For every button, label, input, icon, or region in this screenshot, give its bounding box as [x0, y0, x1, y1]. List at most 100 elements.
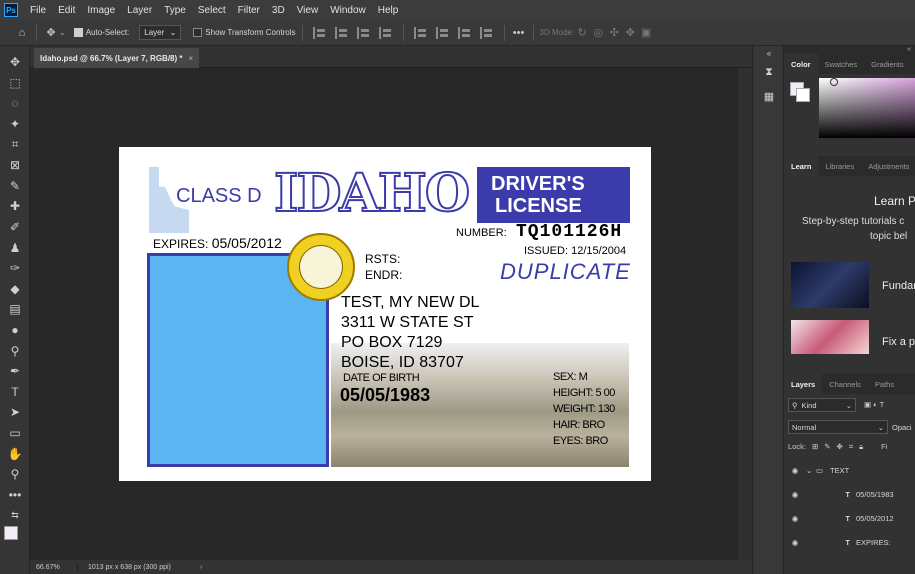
3d-scale-icon[interactable]: ▣ — [638, 25, 654, 41]
menu-image[interactable]: Image — [81, 5, 121, 16]
visibility-eye-icon[interactable]: ◉ — [784, 514, 806, 523]
layer-row[interactable]: ◉ ⌄ ▭ TEXT — [784, 458, 915, 482]
pixel-filter-icon[interactable]: ▣ — [864, 400, 871, 409]
tab-color[interactable]: Color — [784, 54, 818, 74]
eraser-tool-icon[interactable]: ◆ — [0, 279, 30, 300]
chevron-down-icon[interactable]: ⌄ — [59, 28, 66, 37]
chevron-right-icon[interactable]: › — [200, 564, 202, 571]
pen-tool-icon[interactable]: ✒ — [0, 361, 30, 382]
eyedropper-tool-icon[interactable]: ✎ — [0, 176, 30, 197]
tab-paths[interactable]: Paths — [868, 374, 901, 394]
visibility-eye-icon[interactable]: ◉ — [784, 466, 806, 475]
healing-brush-tool-icon[interactable]: ✚ — [0, 196, 30, 217]
lock-transparent-icon[interactable]: ⊞ — [812, 442, 818, 452]
tutorial-fix[interactable]: Fix a p — [882, 336, 915, 348]
menu-file[interactable]: File — [24, 5, 52, 16]
document-tab[interactable]: Idaho.psd @ 66.7% (Layer 7, RGB/8) * × — [34, 48, 200, 68]
clone-stamp-tool-icon[interactable]: ♟ — [0, 237, 30, 258]
path-selection-tool-icon[interactable]: ➤ — [0, 402, 30, 423]
distribute-icon[interactable] — [378, 26, 393, 39]
tutorial-fundamentals[interactable]: Fundan — [882, 280, 915, 292]
menu-edit[interactable]: Edit — [52, 5, 81, 16]
menu-select[interactable]: Select — [192, 5, 232, 16]
3d-pan-icon[interactable]: ✣ — [606, 25, 622, 41]
history-panel-icon[interactable]: ⧗ — [753, 60, 785, 84]
menu-help[interactable]: Help — [372, 5, 405, 16]
swap-colors-icon[interactable]: ⇆ — [0, 505, 30, 526]
license-document[interactable]: IDAHO DRIVER'S LICENSE CLASS D EXPIRES: … — [119, 147, 651, 481]
3d-slide-icon[interactable]: ✥ — [622, 25, 638, 41]
marquee-tool-icon[interactable]: ⬚ — [0, 73, 30, 94]
layer-row[interactable]: ◉ T EXPIRES: — [784, 530, 915, 554]
distribute-vertical-icon[interactable] — [479, 26, 494, 39]
tab-libraries[interactable]: Libraries — [818, 156, 861, 176]
lock-all-icon[interactable]: 🔒︎ — [859, 442, 863, 452]
layer-kind-filter[interactable]: ⚲ Kind ⌄ — [788, 398, 856, 412]
adjustment-filter-icon[interactable]: ◐ — [873, 400, 878, 409]
align-bottom-icon[interactable] — [457, 26, 472, 39]
more-tools-icon[interactable]: ••• — [0, 484, 30, 505]
history-brush-tool-icon[interactable]: ✑ — [0, 258, 30, 279]
lasso-tool-icon[interactable]: ◌ — [0, 93, 30, 114]
collapse-panels-icon[interactable]: « — [753, 46, 785, 60]
vertical-scrollbar[interactable] — [738, 68, 752, 560]
tab-learn[interactable]: Learn — [784, 156, 819, 176]
color-swatches[interactable] — [0, 525, 29, 550]
tab-adjustments[interactable]: Adjustments — [861, 156, 915, 176]
close-icon[interactable]: × — [189, 54, 194, 63]
auto-select-checkbox[interactable] — [73, 28, 83, 37]
type-tool-icon[interactable]: T — [0, 382, 30, 403]
show-transform-checkbox[interactable] — [193, 28, 203, 37]
dodge-tool-icon[interactable]: ⚲ — [0, 340, 30, 361]
tab-layers[interactable]: Layers — [784, 374, 823, 394]
menu-type[interactable]: Type — [158, 5, 192, 16]
tab-gradients[interactable]: Gradients — [864, 54, 911, 74]
gradient-tool-icon[interactable]: ▤ — [0, 299, 30, 320]
move-tool-icon[interactable]: ✥ — [0, 52, 30, 73]
layer-row[interactable]: ◉ T 05/05/2012 — [784, 506, 915, 530]
rectangle-tool-icon[interactable]: ▭ — [0, 423, 30, 444]
menu-window[interactable]: Window — [324, 5, 372, 16]
color-picker-field[interactable] — [819, 78, 915, 138]
visibility-eye-icon[interactable]: ◉ — [784, 490, 806, 499]
tab-swatches[interactable]: Swatches — [818, 54, 865, 74]
align-top-icon[interactable] — [413, 26, 428, 39]
menu-view[interactable]: View — [291, 5, 325, 16]
lock-image-icon[interactable]: ✎ — [824, 442, 830, 452]
hand-tool-icon[interactable]: ✋ — [0, 443, 30, 464]
color-picker-cursor[interactable] — [830, 78, 838, 86]
zoom-tool-icon[interactable]: ⚲ — [0, 464, 30, 485]
brush-tool-icon[interactable]: ✐ — [0, 217, 30, 238]
align-left-icon[interactable] — [312, 26, 327, 39]
blend-mode-dropdown[interactable]: Normal ⌄ — [788, 420, 888, 434]
lock-position-icon[interactable]: ✥ — [837, 442, 843, 452]
blur-tool-icon[interactable]: ● — [0, 320, 30, 341]
move-tool-icon[interactable]: ✥ — [43, 25, 59, 41]
align-center-icon[interactable] — [334, 26, 349, 39]
auto-select-target-dropdown[interactable]: Layer ⌄ — [139, 25, 182, 40]
crop-tool-icon[interactable]: ⌗ — [0, 134, 30, 155]
menu-3d[interactable]: 3D — [266, 5, 291, 16]
zoom-level[interactable]: 66.67% — [30, 563, 78, 571]
tutorial-thumbnail-fundamentals[interactable] — [791, 262, 869, 308]
align-right-icon[interactable] — [356, 26, 371, 39]
background-color-swatch[interactable] — [796, 88, 810, 102]
visibility-eye-icon[interactable]: ◉ — [784, 538, 806, 547]
tab-channels[interactable]: Channels — [822, 374, 868, 394]
3d-orbit-icon[interactable]: ↻ — [574, 25, 590, 41]
menu-filter[interactable]: Filter — [232, 5, 266, 16]
magic-wand-tool-icon[interactable]: ✦ — [0, 114, 30, 135]
foreground-color-swatch[interactable] — [4, 525, 18, 540]
more-options-icon[interactable]: ••• — [511, 25, 527, 41]
properties-panel-icon[interactable]: ▦ — [753, 84, 785, 108]
frame-tool-icon[interactable]: ⊠ — [0, 155, 30, 176]
chevron-down-icon[interactable]: ⌄ — [806, 466, 816, 475]
type-filter-icon[interactable]: T — [880, 400, 885, 409]
collapse-icon[interactable]: « — [784, 46, 915, 54]
menu-layer[interactable]: Layer — [121, 5, 158, 16]
lock-artboard-icon[interactable]: ⌗ — [849, 442, 853, 452]
3d-roll-icon[interactable]: ◎ — [590, 25, 606, 41]
tutorial-thumbnail-fix[interactable] — [791, 320, 869, 354]
home-icon[interactable]: ⌂ — [14, 25, 30, 41]
layer-row[interactable]: ◉ T 05/05/1983 — [784, 482, 915, 506]
